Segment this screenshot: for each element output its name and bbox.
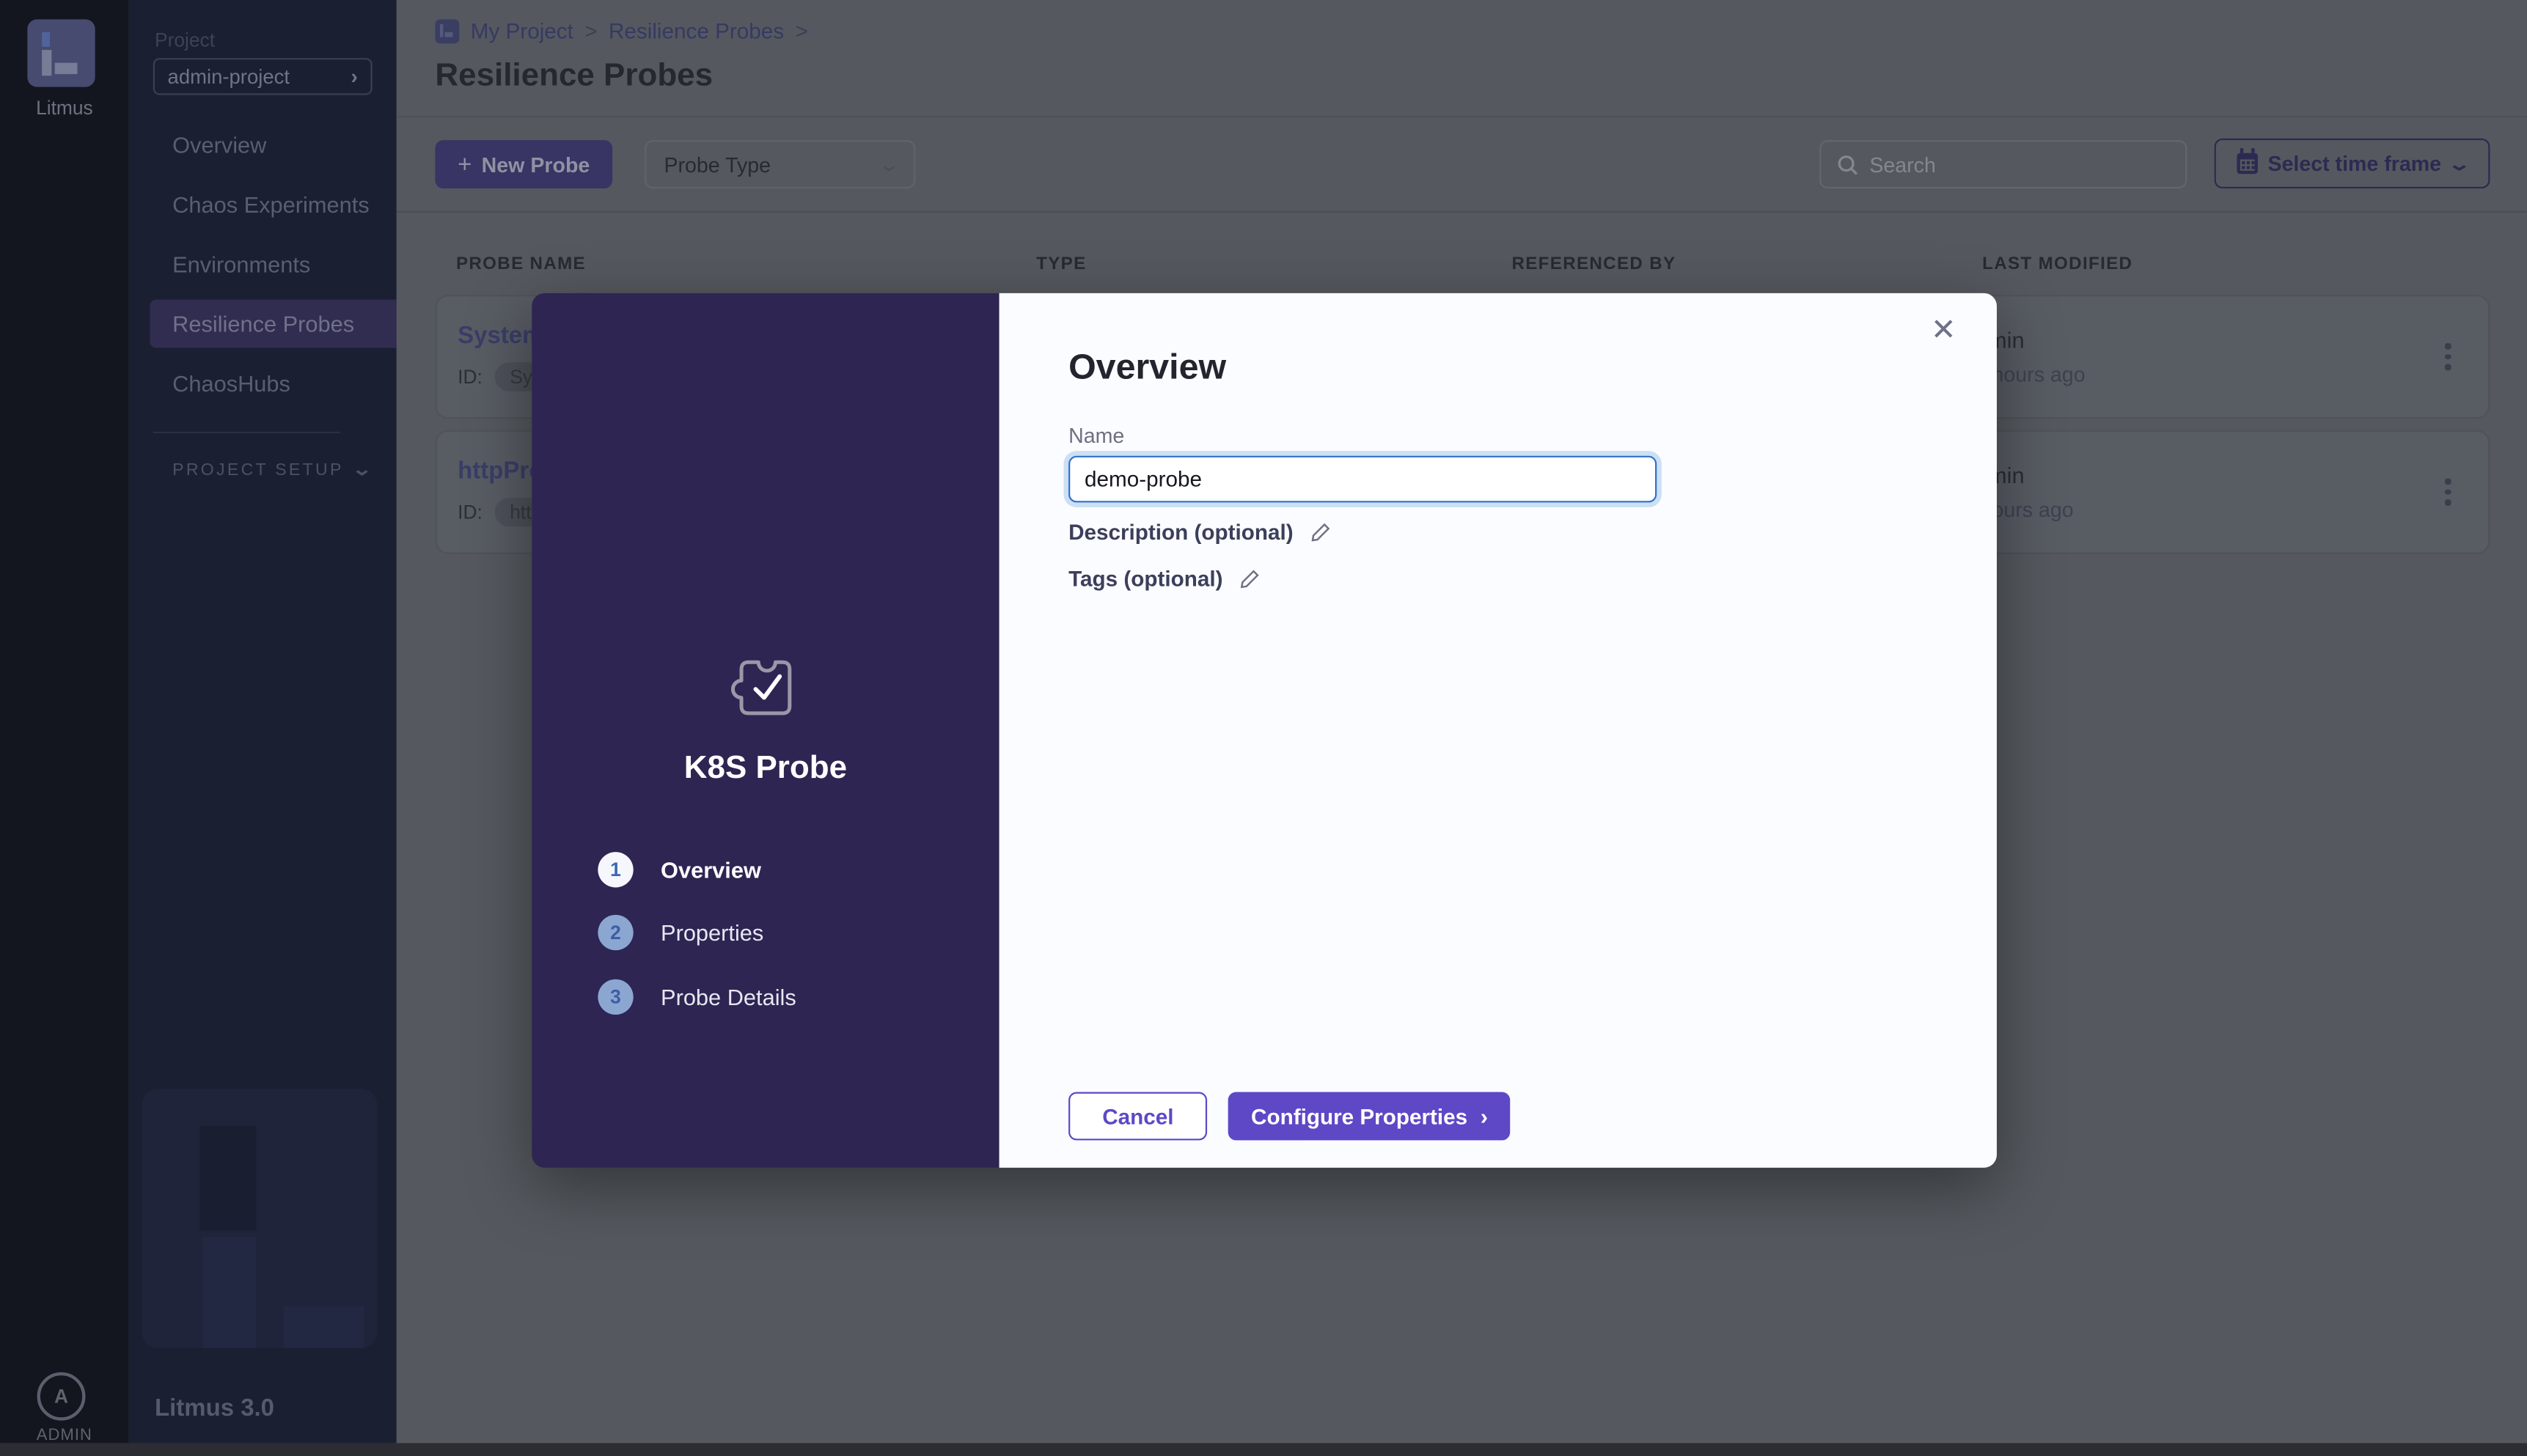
project-chevron-icon: › <box>351 65 358 89</box>
sidebar-item-environments[interactable]: Environments <box>150 240 396 288</box>
project-selector[interactable]: admin-project › <box>153 58 373 95</box>
sidebar-rail: Litmus A ADMIN <box>0 0 129 1443</box>
version-label: Litmus 3.0 <box>155 1395 274 1422</box>
close-icon[interactable]: ✕ <box>1923 309 1965 351</box>
create-probe-modal: K8S Probe 1 Overview 2 Properties 3 Prob… <box>532 293 1997 1168</box>
step-probe-details[interactable]: 3 Probe Details <box>598 979 796 1015</box>
avatar[interactable]: A <box>37 1372 86 1421</box>
bottom-bar <box>0 1443 2527 1456</box>
new-probe-button[interactable]: + New Probe <box>435 140 612 188</box>
description-field: Description (optional) <box>1068 521 1330 545</box>
probe-puzzle-check-icon <box>532 651 999 725</box>
project-label: Project <box>155 29 215 52</box>
calendar-icon <box>2237 153 2259 174</box>
col-referenced: REFERENCED BY <box>1491 254 1962 273</box>
modal-side-panel: K8S Probe 1 Overview 2 Properties 3 Prob… <box>532 293 999 1168</box>
tags-field: Tags (optional) <box>1068 567 1260 591</box>
sidebar-item-chaos-experiments[interactable]: Chaos Experiments <box>150 180 396 229</box>
modal-body: ✕ Overview Name Description (optional) T… <box>1000 293 1997 1168</box>
search-input[interactable]: Search <box>1819 140 2187 188</box>
sidebar-divider <box>153 432 340 433</box>
modified-by: admin <box>1963 463 2424 488</box>
edit-pencil-icon[interactable] <box>1310 522 1331 543</box>
name-label: Name <box>1068 424 1124 448</box>
probe-type-select[interactable]: Probe Type ⌄ <box>645 140 915 188</box>
name-field[interactable] <box>1068 456 1657 503</box>
search-placeholder: Search <box>1869 152 1936 177</box>
step-properties[interactable]: 2 Properties <box>598 915 763 950</box>
kebab-menu-icon[interactable] <box>2424 333 2472 381</box>
project-name: admin-project <box>168 65 290 88</box>
sidebar-item-resilience-probes[interactable]: Resilience Probes <box>150 300 396 348</box>
toolbar-divider <box>397 211 2527 213</box>
table-header-row: PROBE NAME TYPE REFERENCED BY LAST MODIF… <box>435 254 2490 273</box>
project-setup-label: PROJECT SETUP <box>172 460 344 479</box>
breadcrumb-my-project[interactable]: My Project <box>471 19 573 43</box>
admin-label: ADMIN <box>0 1427 129 1444</box>
header-divider <box>397 116 2527 117</box>
sidebar-item-overview[interactable]: Overview <box>150 121 396 169</box>
configure-properties-button[interactable]: Configure Properties › <box>1228 1092 1510 1140</box>
select-time-frame-button[interactable]: Select time frame ⌄ <box>2215 139 2490 188</box>
timeframe-chevron-icon: ⌄ <box>2447 153 2471 174</box>
next-chevron-icon: › <box>1481 1103 1488 1129</box>
project-setup-toggle[interactable]: PROJECT SETUP ⌄ <box>172 459 369 480</box>
modal-heading: Overview <box>1068 346 1226 388</box>
breadcrumb-logo-icon <box>435 19 459 43</box>
litmus-app: Litmus A ADMIN Project admin-project › O… <box>0 0 2527 1456</box>
modified-when: 9 hours ago <box>1963 498 2424 522</box>
edit-pencil-icon[interactable] <box>1239 569 1260 590</box>
modified-by: admin <box>1963 327 2424 353</box>
step-overview[interactable]: 1 Overview <box>598 852 761 887</box>
modal-probe-title: K8S Probe <box>532 751 999 788</box>
modified-when: 22 hours ago <box>1963 362 2424 386</box>
litmus-logo[interactable] <box>27 19 95 87</box>
sidebar: Project admin-project › Overview Chaos E… <box>129 0 397 1443</box>
logo-label: Litmus <box>0 97 129 120</box>
col-last-modified: LAST MODIFIED <box>1962 254 2426 273</box>
kebab-menu-icon[interactable] <box>2424 468 2472 516</box>
cancel-button[interactable]: Cancel <box>1068 1092 1208 1140</box>
page-title: Resilience Probes <box>435 58 713 95</box>
col-type: TYPE <box>1016 254 1491 273</box>
col-probe-name: PROBE NAME <box>435 254 1015 273</box>
breadcrumb: My Project > Resilience Probes > <box>435 19 807 43</box>
chevron-down-icon: ⌄ <box>351 459 372 480</box>
breadcrumb-resilience-probes[interactable]: Resilience Probes <box>609 19 784 43</box>
sidebar-item-chaoshubs[interactable]: ChaosHubs <box>150 359 396 408</box>
plus-icon: + <box>458 150 472 177</box>
sidebar-watermark <box>142 1089 377 1348</box>
select-caret-icon: ⌄ <box>878 154 900 175</box>
search-icon <box>1837 154 1858 175</box>
